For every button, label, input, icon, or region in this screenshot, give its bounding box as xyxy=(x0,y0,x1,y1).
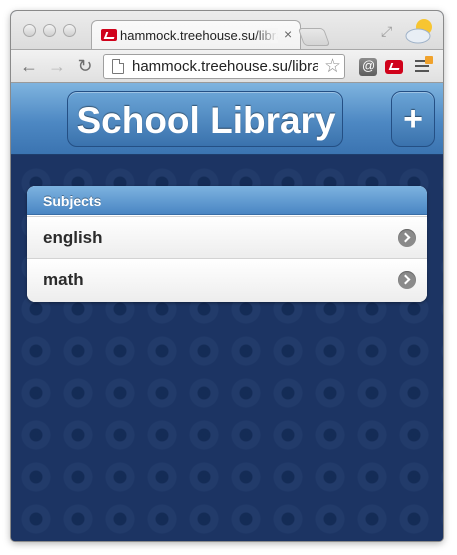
browser-tab[interactable]: hammock.treehouse.su/library × xyxy=(91,20,301,49)
extension-icon[interactable] xyxy=(359,58,377,76)
content-area: Subjects english math xyxy=(11,156,443,541)
reload-icon[interactable]: ↻ xyxy=(75,56,95,76)
subjects-panel: Subjects english math xyxy=(27,186,427,302)
list-item-label: english xyxy=(43,228,103,247)
browser-window: hammock.treehouse.su/library × ⤢ ← → ↻ h… xyxy=(11,11,443,541)
weather-icon[interactable] xyxy=(404,17,436,45)
close-window-button[interactable] xyxy=(23,24,36,37)
list-item-label: math xyxy=(43,270,84,289)
minimize-window-button[interactable] xyxy=(43,24,56,37)
chevron-right-icon xyxy=(398,229,416,247)
browser-toolbar: ← → ↻ hammock.treehouse.su/library ☆ xyxy=(11,49,443,83)
panel-header: Subjects xyxy=(27,186,427,215)
address-bar[interactable]: hammock.treehouse.su/library ☆ xyxy=(103,54,345,79)
page-title: School Library xyxy=(76,100,336,141)
panel-title: Subjects xyxy=(43,193,102,209)
star-icon[interactable]: ☆ xyxy=(324,56,341,78)
forward-icon[interactable]: → xyxy=(47,56,67,76)
fullscreen-icon[interactable]: ⤢ xyxy=(381,23,392,40)
app-header: School Library + xyxy=(11,83,443,155)
url-text[interactable]: hammock.treehouse.su/library xyxy=(132,58,318,75)
update-badge xyxy=(425,56,433,64)
tab-close-icon[interactable]: × xyxy=(284,26,292,42)
page-icon xyxy=(112,59,124,74)
back-icon[interactable]: ← xyxy=(19,56,39,76)
tab-title: hammock.treehouse.su/library xyxy=(120,28,278,43)
title-badge: School Library xyxy=(67,91,343,147)
extension-icon[interactable] xyxy=(385,60,403,74)
favicon-icon xyxy=(101,29,117,41)
add-button[interactable]: + xyxy=(391,91,435,147)
list-item-english[interactable]: english xyxy=(27,216,427,258)
new-tab-button[interactable] xyxy=(297,28,331,46)
chevron-right-icon xyxy=(398,271,416,289)
tab-strip: hammock.treehouse.su/library × ⤢ xyxy=(11,11,443,49)
list-item-math[interactable]: math xyxy=(27,258,427,302)
zoom-window-button[interactable] xyxy=(63,24,76,37)
